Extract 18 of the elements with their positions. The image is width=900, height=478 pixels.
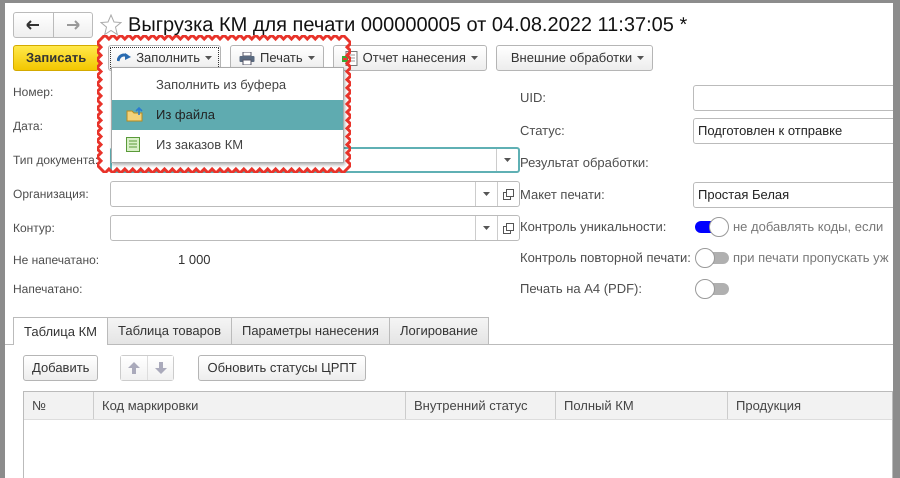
window-title: Выгрузка КМ для печати 000000005 от 04.08.2022 11:37:05 * xyxy=(128,13,688,38)
field-label: Контроль уникальности: xyxy=(520,218,668,236)
field-label: Статус: xyxy=(520,122,566,140)
hint-text: при печати пропускать уж xyxy=(733,248,889,267)
field-label: Макет печати: xyxy=(520,186,606,204)
field-label: Тип документа: xyxy=(13,152,100,169)
field-label: Контур: xyxy=(13,220,56,237)
field-label: Организация: xyxy=(13,186,90,203)
field-label: Результат обработки: xyxy=(520,154,650,172)
field-label: Дата: xyxy=(13,118,44,135)
field-label: UID: xyxy=(520,88,547,107)
field-label: Не напечатано: xyxy=(13,252,100,268)
field-label: Напечатано: xyxy=(13,280,84,298)
field-label: Номер: xyxy=(13,84,54,101)
field-label: Контроль повторной печати: xyxy=(520,248,692,267)
field-value: 1 000 xyxy=(178,250,211,269)
field-label: Печать на А4 (PDF): xyxy=(520,280,644,298)
hint-text: не добавлять коды, если xyxy=(733,218,884,236)
